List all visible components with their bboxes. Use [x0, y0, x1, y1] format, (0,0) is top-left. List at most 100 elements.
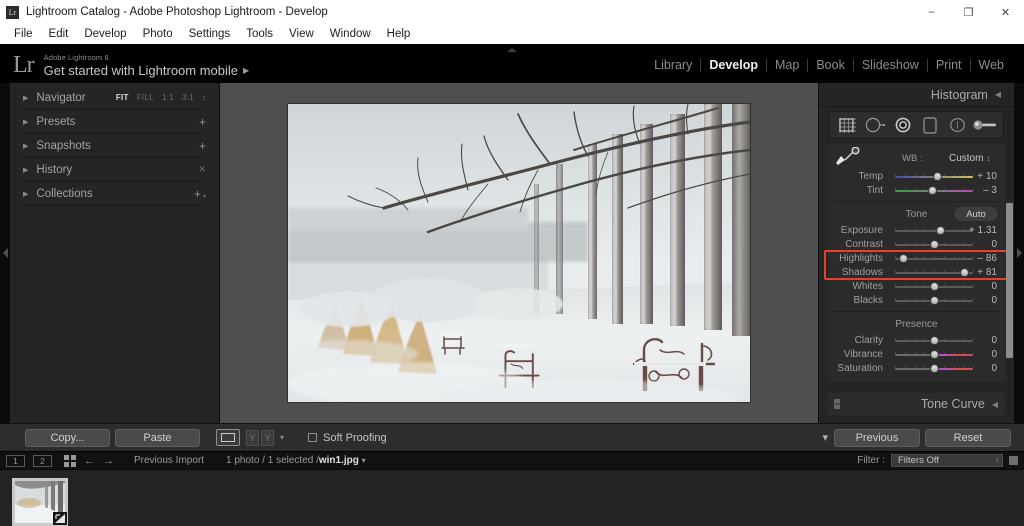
menu-item-settings[interactable]: Settings	[181, 26, 239, 42]
panel-row-presets[interactable]: ▶ Presets +	[23, 110, 206, 134]
tone-curve-collapse-icon[interactable]: ◀	[992, 400, 998, 409]
slider-track[interactable]	[895, 335, 974, 345]
graduated-filter-icon[interactable]	[918, 115, 942, 135]
identity-arrow-icon[interactable]: ▶	[243, 66, 249, 75]
copy-button[interactable]: Copy...	[25, 428, 110, 447]
photo-container[interactable]	[288, 104, 750, 402]
soft-proofing-checkbox[interactable]	[308, 432, 318, 442]
adjustment-brush-icon[interactable]	[973, 115, 997, 135]
slider-whites[interactable]: Whites 0	[828, 279, 1005, 293]
reset-button[interactable]: Reset	[925, 428, 1011, 447]
menu-item-develop[interactable]: Develop	[76, 26, 134, 42]
disclosure-triangle-icon[interactable]: ▶	[23, 118, 28, 126]
module-web[interactable]: Web	[971, 58, 1012, 72]
zoom-level-fill[interactable]: FILL	[137, 93, 154, 102]
panel-row-snapshots[interactable]: ▶ Snapshots +	[23, 134, 206, 158]
add-snapshots-icon[interactable]: +	[199, 140, 206, 152]
menu-item-view[interactable]: View	[281, 26, 322, 42]
white-balance-value[interactable]: Custom ↕	[949, 153, 990, 164]
grid-view-icon[interactable]	[64, 454, 76, 467]
right-panel-toggle[interactable]	[1014, 83, 1024, 423]
zoom-level-1-1[interactable]: 1:1	[162, 93, 174, 102]
module-library[interactable]: Library	[646, 58, 700, 72]
previous-button[interactable]: Previous	[834, 428, 920, 447]
before-after-toggle[interactable]: Y Y	[246, 429, 274, 446]
before-after-caret-icon[interactable]: ▾	[280, 433, 284, 442]
filter-select[interactable]: Filters Off ↕	[891, 454, 1003, 467]
slider-track[interactable]	[895, 225, 974, 235]
slider-temp[interactable]: Temp + 10	[828, 169, 1005, 183]
slider-track[interactable]	[895, 363, 974, 373]
go-back-arrow-icon[interactable]: ←	[84, 455, 95, 467]
collapse-arrow-icon[interactable]: ◀	[995, 90, 1001, 99]
slider-track[interactable]	[895, 349, 974, 359]
slider-vibrance[interactable]: Vibrance 0	[828, 347, 1005, 361]
soft-proofing-toggle[interactable]: Soft Proofing	[308, 432, 387, 444]
go-forward-arrow-icon[interactable]: →	[103, 455, 114, 467]
slider-clarity[interactable]: Clarity 0	[828, 333, 1005, 347]
panel-row-history[interactable]: ▶ History ✕	[23, 158, 206, 182]
slider-knob[interactable]	[929, 239, 939, 249]
disclosure-triangle-icon[interactable]: ▶	[23, 166, 28, 174]
right-panel-scrollbar[interactable]	[1006, 203, 1013, 358]
slider-knob[interactable]	[933, 171, 943, 181]
menu-item-edit[interactable]: Edit	[41, 26, 77, 42]
slider-track[interactable]	[895, 171, 974, 181]
slider-tint[interactable]: Tint – 3	[828, 183, 1005, 197]
slider-track[interactable]	[895, 267, 974, 277]
add-collections-icon[interactable]: +	[194, 188, 201, 200]
slider-knob[interactable]	[899, 253, 909, 263]
menu-item-window[interactable]: Window	[322, 26, 379, 42]
panel-switch-icon[interactable]	[834, 399, 840, 409]
slider-highlights[interactable]: Highlights – 86	[828, 251, 1005, 265]
red-eye-icon[interactable]	[891, 115, 915, 135]
auto-tone-button[interactable]: Auto	[954, 207, 998, 221]
source-label[interactable]: Previous Import	[134, 455, 204, 466]
slider-track[interactable]	[895, 281, 974, 291]
tone-curve-header[interactable]: Tone Curve ◀	[828, 393, 1005, 415]
slider-knob[interactable]	[929, 281, 939, 291]
menu-item-file[interactable]: File	[6, 26, 41, 42]
slider-knob[interactable]	[929, 363, 939, 373]
panel-row-collections[interactable]: ▶ Collections + ▾	[23, 182, 206, 206]
zoom-level-fit[interactable]: FIT	[116, 93, 129, 102]
zoom-level-3-1[interactable]: 3:1	[182, 93, 194, 102]
collections-menu-caret-icon[interactable]: ▾	[203, 193, 206, 200]
filter-indicator-icon[interactable]	[1009, 456, 1018, 465]
crop-overlay-icon[interactable]	[836, 115, 860, 135]
left-panel-toggle[interactable]	[0, 83, 10, 423]
disclosure-triangle-icon[interactable]: ▶	[23, 190, 28, 198]
module-develop[interactable]: Develop	[701, 58, 766, 72]
filter-stepper-icon[interactable]: ↕	[996, 457, 1000, 464]
maximize-button[interactable]: ❐	[950, 0, 987, 24]
slider-exposure[interactable]: Exposure + 1.31	[828, 223, 1005, 237]
menu-item-tools[interactable]: Tools	[238, 26, 281, 42]
histogram-header[interactable]: Histogram ◀	[819, 83, 1014, 107]
panel-row-navigator[interactable]: ▶ Navigator FIT FILL 1:1 3:1 ↕	[23, 86, 206, 110]
clear-history-icon[interactable]: ✕	[198, 164, 206, 175]
spot-removal-icon[interactable]	[863, 115, 887, 135]
slider-knob[interactable]	[929, 295, 939, 305]
screen-1-button[interactable]: 1	[6, 454, 25, 467]
slider-track[interactable]	[895, 295, 974, 305]
slider-knob[interactable]	[927, 185, 937, 195]
slider-knob[interactable]	[929, 335, 939, 345]
slider-knob[interactable]	[929, 349, 939, 359]
slider-track[interactable]	[895, 185, 974, 195]
slider-track[interactable]	[895, 239, 974, 249]
radial-filter-icon[interactable]	[946, 115, 970, 135]
disclosure-triangle-icon[interactable]: ▶	[23, 94, 28, 102]
top-panel-collapse-arrow[interactable]	[0, 44, 1024, 55]
paste-button[interactable]: Paste	[115, 428, 200, 447]
module-slideshow[interactable]: Slideshow	[854, 58, 927, 72]
slider-saturation[interactable]: Saturation 0	[828, 361, 1005, 375]
minimize-button[interactable]: –	[913, 0, 950, 24]
screen-2-button[interactable]: 2	[33, 454, 52, 467]
filename-caret-icon[interactable]: ▾	[362, 456, 366, 465]
loupe-view-icon[interactable]	[216, 429, 240, 446]
identity-plate[interactable]: Adobe Lightroom 6 Get started with Light…	[44, 53, 250, 78]
slider-track[interactable]	[895, 253, 974, 263]
menu-item-help[interactable]: Help	[379, 26, 419, 42]
slider-shadows[interactable]: Shadows + 81	[828, 265, 1005, 279]
stepper-icon[interactable]: ↕	[986, 154, 990, 163]
